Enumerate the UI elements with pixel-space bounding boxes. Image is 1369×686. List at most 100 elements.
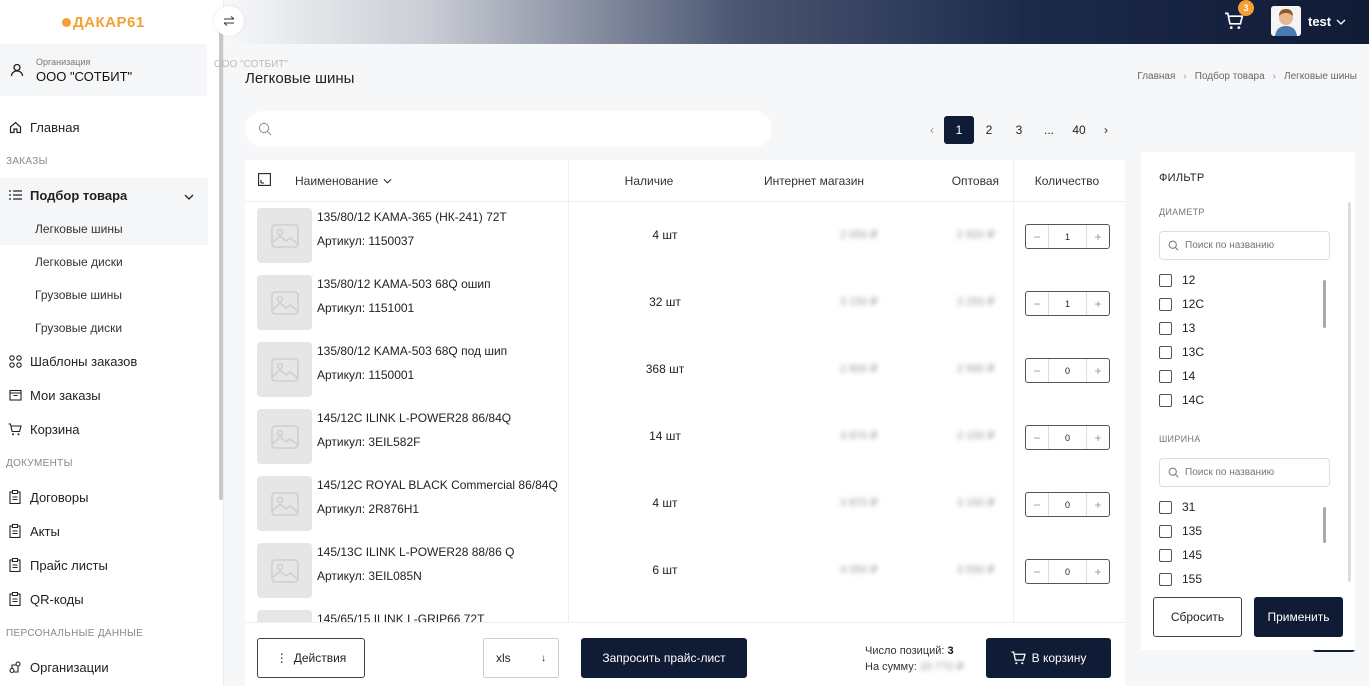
filter-scrollbar[interactable] <box>1348 202 1351 582</box>
format-select[interactable]: xls ↓ <box>483 638 559 678</box>
filter-option[interactable]: 145 <box>1159 543 1202 567</box>
nav-item-qr-codes[interactable]: QR-коды <box>0 582 208 616</box>
checkbox[interactable] <box>1159 524 1172 538</box>
checkbox[interactable] <box>1159 393 1172 407</box>
diameter-search-input[interactable]: Поиск по названию <box>1159 231 1330 260</box>
nav-sub-truck-tires[interactable]: Грузовые шины <box>0 278 208 311</box>
quantity-input[interactable]: 0 <box>1048 560 1087 583</box>
page-40[interactable]: 40 <box>1064 116 1094 144</box>
table-row[interactable]: 145/12C ROYAL BLACK Commercial 86/84Q Арт… <box>245 470 1125 537</box>
table-row[interactable]: 135/80/12 KAMA-365 (НК-241) 72T Артикул: … <box>245 202 1125 269</box>
next-page-button[interactable]: › <box>1094 116 1118 144</box>
increment-button[interactable]: + <box>1087 493 1109 516</box>
decrement-button[interactable]: − <box>1026 359 1048 382</box>
nav-item-my-orders[interactable]: Мои заказы <box>0 378 208 412</box>
user-avatar[interactable] <box>1271 6 1301 36</box>
user-name[interactable]: test <box>1308 14 1331 29</box>
filter-option[interactable]: 155 <box>1159 567 1202 591</box>
nav-item-cart[interactable]: Корзина <box>0 412 208 446</box>
nav-sub-passenger-tires[interactable]: Легковые шины <box>0 212 208 245</box>
nav-sub-passenger-wheels[interactable]: Легковые диски <box>0 245 208 278</box>
increment-button[interactable]: + <box>1087 225 1109 248</box>
actions-button[interactable]: ⋮ Действия <box>257 638 365 678</box>
filter-apply-button[interactable]: Применить <box>1254 597 1343 637</box>
width-search-input[interactable]: Поиск по названию <box>1159 458 1330 487</box>
product-name[interactable]: 145/65/15 ILINK L-GRIP66 72T <box>317 612 484 622</box>
page-1[interactable]: 1 <box>944 116 974 144</box>
brand-logo[interactable]: ДАКАР61 <box>0 0 223 44</box>
increment-button[interactable]: + <box>1087 292 1109 315</box>
increment-button[interactable]: + <box>1087 560 1109 583</box>
image-placeholder-icon[interactable] <box>257 275 312 330</box>
filter-option[interactable]: 14 <box>1159 364 1204 388</box>
image-placeholder-icon[interactable] <box>257 208 312 263</box>
filter-option[interactable]: 14C <box>1159 388 1204 412</box>
increment-button[interactable]: + <box>1087 359 1109 382</box>
table-row[interactable]: 135/80/12 KAMA-503 68Q ошип Артикул: 1151… <box>245 269 1125 336</box>
checkbox[interactable] <box>1159 572 1172 586</box>
sidebar-toggle-button[interactable] <box>214 6 244 36</box>
filter-option[interactable]: 12 <box>1159 268 1204 292</box>
increment-button[interactable]: + <box>1087 426 1109 449</box>
prev-page-button[interactable]: ‹ <box>920 116 944 144</box>
nav-item-acts[interactable]: Акты <box>0 514 208 548</box>
product-name[interactable]: 135/80/12 KAMA-503 68Q под шип <box>317 344 507 358</box>
search-input[interactable] <box>282 121 732 137</box>
checkbox[interactable] <box>1159 369 1172 383</box>
table-row[interactable]: 145/65/15 ILINK L-GRIP66 72T <box>245 604 1125 622</box>
width-scrollbar[interactable] <box>1323 507 1326 543</box>
table-row[interactable]: 145/12C ILINK L-POWER28 86/84Q Артикул: 3… <box>245 403 1125 470</box>
nav-item-price-lists[interactable]: Прайс листы <box>0 548 208 582</box>
diameter-scrollbar[interactable] <box>1323 280 1326 328</box>
product-name[interactable]: 145/12C ILINK L-POWER28 86/84Q <box>317 411 511 425</box>
decrement-button[interactable]: − <box>1026 493 1048 516</box>
checkbox[interactable] <box>1159 500 1172 514</box>
product-name[interactable]: 135/80/12 KAMA-365 (НК-241) 72T <box>317 210 507 224</box>
quantity-input[interactable]: 1 <box>1048 225 1087 248</box>
column-name[interactable]: Наименование <box>295 174 569 188</box>
add-to-cart-button[interactable]: В корзину <box>986 638 1111 678</box>
request-price-list-button[interactable]: Запросить прайс-лист <box>581 638 747 678</box>
filter-option[interactable]: 13 <box>1159 316 1204 340</box>
image-placeholder-icon[interactable] <box>257 543 312 598</box>
image-placeholder-icon[interactable] <box>257 342 312 397</box>
nav-item-home[interactable]: Главная <box>0 110 208 144</box>
product-name[interactable]: 145/12C ROYAL BLACK Commercial 86/84Q <box>317 478 558 492</box>
filter-reset-button[interactable]: Сбросить <box>1153 597 1242 637</box>
image-placeholder-icon[interactable] <box>257 610 312 622</box>
filter-option[interactable]: 13C <box>1159 340 1204 364</box>
table-row[interactable]: 145/13C ILINK L-POWER28 88/86 Q Артикул: … <box>245 537 1125 604</box>
product-name[interactable]: 145/13C ILINK L-POWER28 88/86 Q <box>317 545 514 559</box>
decrement-button[interactable]: − <box>1026 225 1048 248</box>
nav-item-order-templates[interactable]: Шаблоны заказов <box>0 344 208 378</box>
decrement-button[interactable]: − <box>1026 560 1048 583</box>
product-search[interactable] <box>245 111 772 147</box>
nav-sub-truck-wheels[interactable]: Грузовые диски <box>0 311 208 344</box>
nav-item-organizations[interactable]: Организации <box>0 650 208 684</box>
table-row[interactable]: 135/80/12 KAMA-503 68Q под шип Артикул: 1… <box>245 336 1125 403</box>
breadcrumb-item[interactable]: Главная <box>1137 71 1175 82</box>
filter-option[interactable]: 12C <box>1159 292 1204 316</box>
decrement-button[interactable]: − <box>1026 426 1048 449</box>
sidebar-scrollbar[interactable] <box>219 30 223 500</box>
checkbox[interactable] <box>1159 297 1172 311</box>
quantity-input[interactable]: 1 <box>1048 292 1087 315</box>
checkbox[interactable] <box>1159 273 1172 287</box>
checkbox[interactable] <box>1159 345 1172 359</box>
quantity-input[interactable]: 0 <box>1048 359 1087 382</box>
product-name[interactable]: 135/80/12 KAMA-503 68Q ошип <box>317 277 491 291</box>
quantity-input[interactable]: 0 <box>1048 493 1087 516</box>
image-placeholder-icon[interactable] <box>257 476 312 531</box>
breadcrumb-item[interactable]: Подбор товара <box>1195 71 1265 82</box>
organization-selector[interactable]: Организация ООО "СОТБИТ" <box>0 44 207 96</box>
chevron-down-icon[interactable] <box>1336 13 1346 28</box>
checkbox[interactable] <box>1159 321 1172 335</box>
nav-item-contracts[interactable]: Договоры <box>0 480 208 514</box>
select-all-checkbox[interactable] <box>245 172 295 189</box>
nav-item-product-selection[interactable]: Подбор товара <box>0 178 208 212</box>
filter-option[interactable]: 135 <box>1159 519 1202 543</box>
quantity-input[interactable]: 0 <box>1048 426 1087 449</box>
decrement-button[interactable]: − <box>1026 292 1048 315</box>
filter-option[interactable]: 31 <box>1159 495 1202 519</box>
page-3[interactable]: 3 <box>1004 116 1034 144</box>
